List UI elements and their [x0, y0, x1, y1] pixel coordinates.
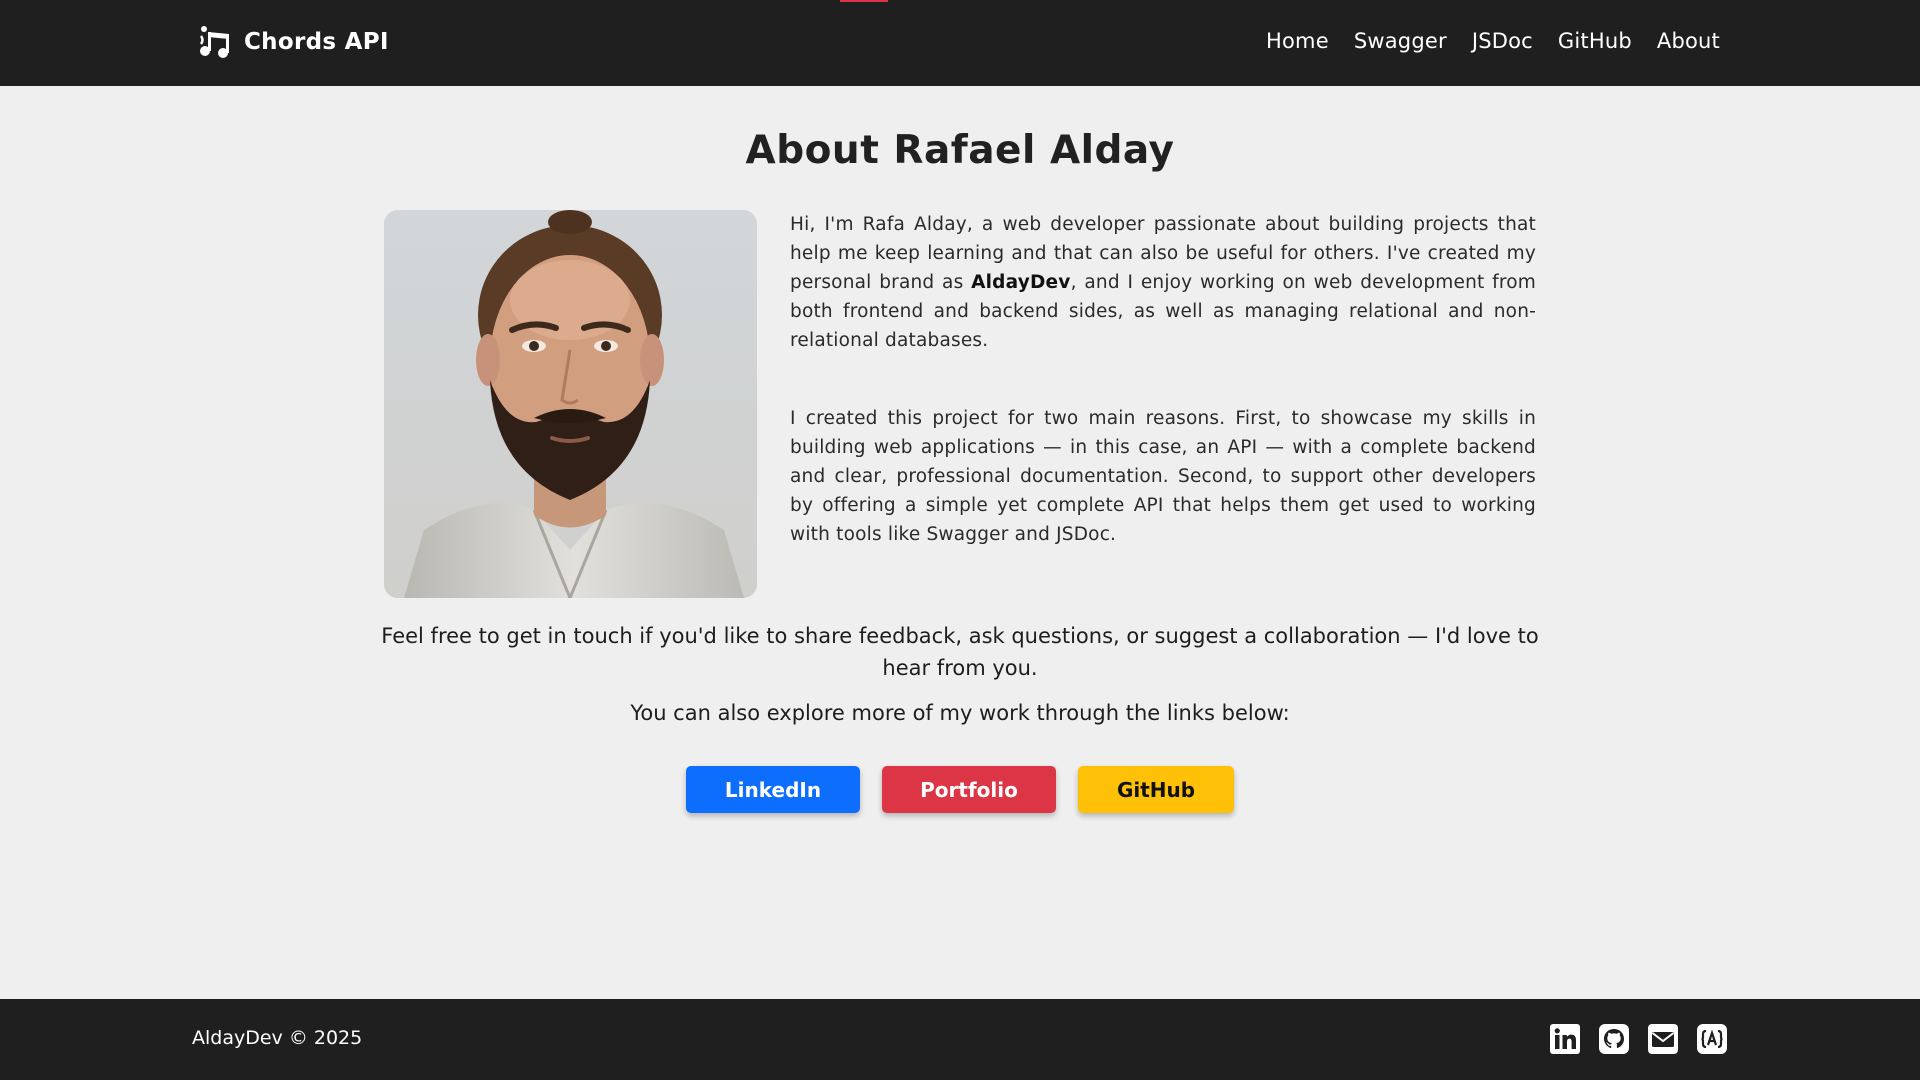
brand-highlight: AldayDev: [971, 272, 1071, 293]
bio-text: Hi, I'm Rafa Alday, a web developer pass…: [790, 210, 1536, 598]
profile-photo: [384, 210, 757, 598]
bio-paragraph-2: I created this project for two main reas…: [790, 408, 1536, 545]
github-icon[interactable]: [1598, 1023, 1630, 1055]
contact-text: Feel free to get in touch if you'd like …: [381, 624, 1539, 680]
nav-home[interactable]: Home: [1266, 29, 1329, 53]
nav-active-indicator: [840, 0, 888, 2]
nav-jsdoc[interactable]: JSDoc: [1472, 29, 1533, 53]
profile-photo-illustration: [384, 210, 757, 598]
github-button[interactable]: GitHub: [1078, 766, 1234, 813]
nav-github[interactable]: GitHub: [1558, 29, 1632, 53]
brand-name: Chords API: [244, 29, 389, 55]
nav-about[interactable]: About: [1657, 29, 1720, 53]
portfolio-button[interactable]: Portfolio: [882, 766, 1056, 813]
brand-link[interactable]: Chords API: [198, 24, 389, 60]
top-navbar: Chords API Home Swagger JSDoc GitHub Abo…: [0, 0, 1920, 86]
footer-copyright: AldayDev © 2025: [192, 1027, 363, 1049]
nav-swagger[interactable]: Swagger: [1354, 29, 1447, 53]
footer-social-links: [1549, 1023, 1728, 1055]
main-nav: Home Swagger JSDoc GitHub About: [1266, 29, 1720, 53]
linkedin-icon[interactable]: [1549, 1023, 1581, 1055]
portfolio-icon[interactable]: [1696, 1023, 1728, 1055]
page-title: About Rafael Alday: [745, 128, 1175, 173]
music-notes-icon: [199, 26, 229, 58]
footer: AldayDev © 2025: [0, 999, 1920, 1080]
link-buttons: LinkedIn Portfolio GitHub: [0, 766, 1920, 813]
linkedin-button[interactable]: LinkedIn: [686, 766, 860, 813]
explore-text: You can also explore more of my work thr…: [630, 701, 1290, 725]
bio-paragraph-1: Hi, I'm Rafa Alday, a web developer pass…: [790, 210, 1536, 355]
mail-icon[interactable]: [1647, 1023, 1679, 1055]
